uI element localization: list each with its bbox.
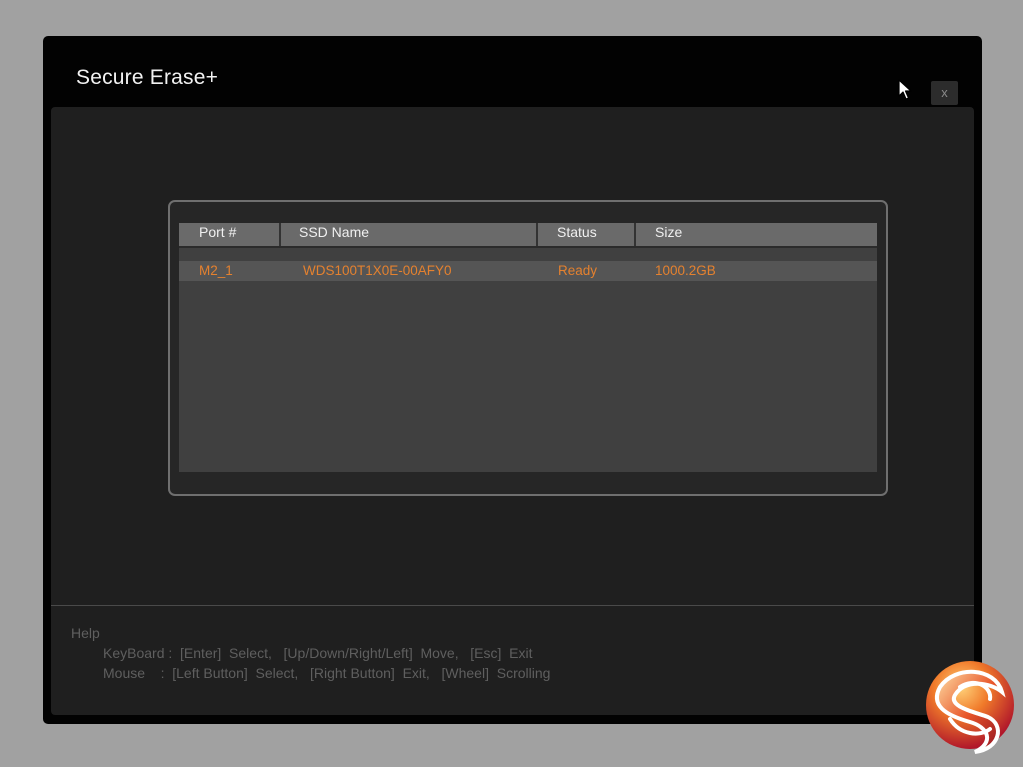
table-row[interactable]: M2_1 WDS100T1X0E-00AFY0 Ready 1000.2GB bbox=[179, 261, 877, 281]
ssd-table: Port # SSD Name Status Size M2_1 WDS100T… bbox=[179, 223, 877, 472]
content-panel: Port # SSD Name Status Size M2_1 WDS100T… bbox=[51, 107, 974, 715]
column-header-port: Port # bbox=[199, 224, 237, 240]
table-header: Port # SSD Name Status Size bbox=[179, 223, 877, 248]
ssd-list-frame: Port # SSD Name Status Size M2_1 WDS100T… bbox=[168, 200, 888, 496]
cell-size: 1000.2GB bbox=[655, 263, 716, 278]
close-button[interactable]: x bbox=[931, 81, 958, 105]
column-header-ssd-name: SSD Name bbox=[299, 224, 370, 240]
cell-port: M2_1 bbox=[199, 263, 233, 278]
screen: Secure Erase+ x Port # SSD Name Status S… bbox=[0, 0, 1023, 767]
secure-erase-dialog: Secure Erase+ x Port # SSD Name Status S… bbox=[43, 36, 982, 724]
cell-ssd-name: WDS100T1X0E-00AFY0 bbox=[303, 263, 452, 278]
help-title: Help bbox=[71, 625, 100, 641]
kitguru-logo-icon bbox=[926, 661, 1014, 754]
column-header-size: Size bbox=[655, 224, 683, 240]
column-header-status: Status bbox=[557, 224, 597, 240]
help-mouse-line: Mouse : [Left Button] Select, [Right But… bbox=[103, 665, 551, 681]
mouse-pointer-icon bbox=[898, 79, 912, 100]
cell-status: Ready bbox=[558, 263, 598, 278]
dialog-title: Secure Erase+ bbox=[76, 66, 219, 89]
help-divider bbox=[51, 605, 974, 606]
help-keyboard-line: KeyBoard : [Enter] Select, [Up/Down/Righ… bbox=[103, 645, 533, 661]
